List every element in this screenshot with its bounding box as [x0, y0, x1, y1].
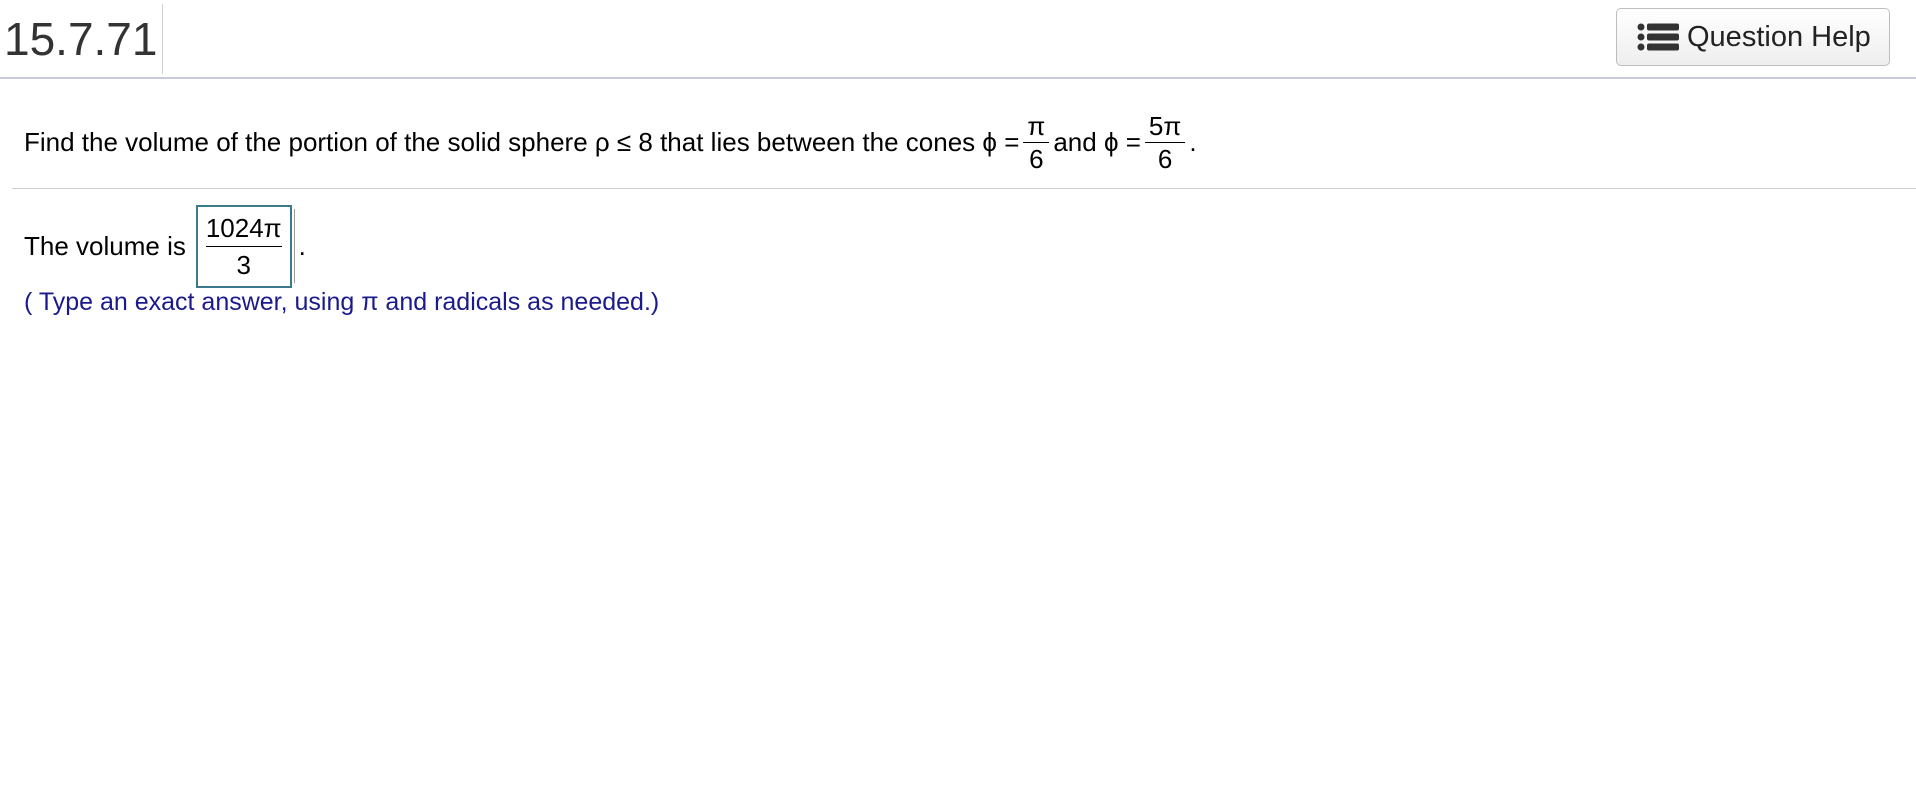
answer-row: The volume is 1024π 3 .: [24, 204, 306, 288]
question-number: 15.7.71: [4, 13, 158, 65]
problem-text-and: and ϕ =: [1053, 126, 1141, 157]
fraction-denominator: 6: [1029, 143, 1044, 174]
fraction-pi-over-6: π 6: [1023, 110, 1050, 175]
answer-input-box[interactable]: 1024π 3: [195, 204, 292, 288]
question-help-button[interactable]: Question Help: [1616, 8, 1890, 66]
answer-denominator[interactable]: 3: [237, 247, 251, 283]
fraction-numerator: 5π: [1148, 110, 1182, 141]
problem-period: .: [1189, 126, 1197, 157]
answer-period: .: [298, 230, 306, 261]
fraction-5pi-over-6: 5π 6: [1144, 110, 1186, 175]
problem-text: Find the volume of the portion of the so…: [24, 126, 1020, 157]
answer-numerator[interactable]: 1024π: [204, 210, 284, 246]
list-icon: [1637, 23, 1679, 51]
header: 15.7.71 Question Help: [0, 0, 1916, 79]
question-help-label: Question Help: [1687, 21, 1871, 53]
section-divider: [12, 188, 1916, 189]
answer-cursor-line: [293, 209, 295, 283]
header-divider: [162, 4, 163, 74]
answer-hint: ( Type an exact answer, using π and radi…: [24, 288, 660, 316]
fraction-denominator: 6: [1157, 143, 1173, 174]
page: 15.7.71 Question Help Find the volume of…: [0, 0, 1916, 796]
answer-label: The volume is: [24, 230, 186, 261]
fraction-numerator: π: [1027, 110, 1046, 141]
problem-statement: Find the volume of the portion of the so…: [24, 96, 1197, 188]
